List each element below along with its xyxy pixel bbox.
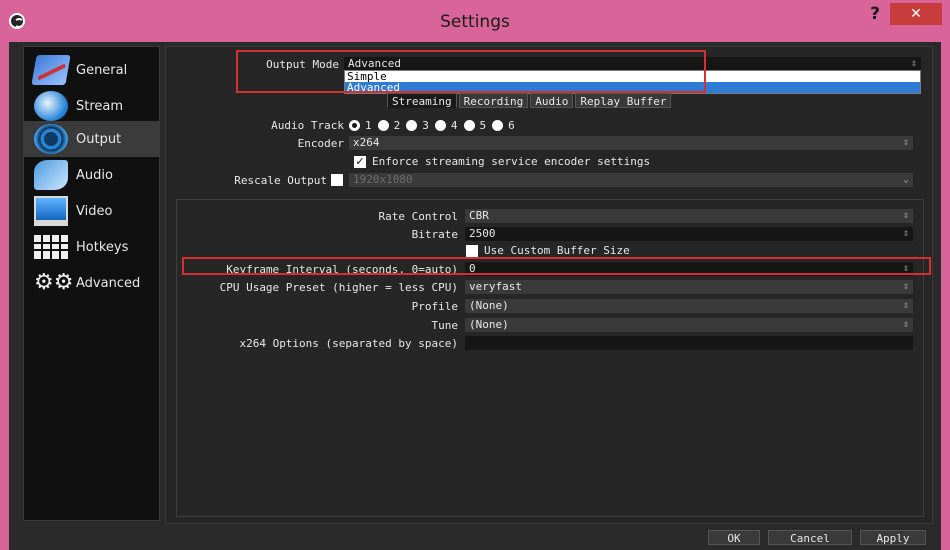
sidebar-item-output[interactable]: Output	[24, 121, 159, 157]
apply-button[interactable]: Apply	[860, 530, 926, 545]
sidebar-item-label: Video	[76, 203, 113, 219]
tune-label: Tune	[431, 319, 459, 332]
rescale-resolution-value: 1920x1080	[353, 173, 413, 186]
tab-streaming[interactable]: Streaming	[387, 93, 457, 108]
rescale-resolution-select[interactable]: 1920x1080 ⌄	[349, 173, 913, 187]
audio-track-radio-4[interactable]: 4	[434, 119, 458, 132]
sidebar-item-label: Stream	[76, 98, 124, 114]
sidebar-item-advanced[interactable]: ⚙⚙ Advanced	[24, 265, 159, 301]
output-icon	[34, 124, 68, 154]
audio-icon	[34, 160, 68, 190]
bitrate-spinbox[interactable]: 2500 ⇕	[465, 227, 913, 241]
rate-control-select[interactable]: CBR ⇕	[465, 209, 913, 223]
bitrate-label: Bitrate	[411, 228, 458, 241]
spin-arrows-icon: ⇕	[902, 228, 909, 239]
help-button[interactable]: ?	[864, 4, 886, 24]
sidebar-item-label: Audio	[76, 167, 113, 183]
encoder-label: Encoder	[297, 137, 344, 150]
ok-button[interactable]: OK	[708, 530, 760, 545]
cancel-button[interactable]: Cancel	[768, 530, 852, 545]
tab-replay-buffer[interactable]: Replay Buffer	[575, 93, 672, 108]
sidebar-item-hotkeys[interactable]: Hotkeys	[24, 229, 159, 265]
updown-arrow-icon: ⇕	[902, 319, 909, 330]
updown-arrow-icon: ⇕	[902, 300, 909, 311]
chevron-down-icon: ⌄	[902, 174, 909, 185]
cpu-preset-label: CPU Usage Preset (higher = less CPU)	[219, 281, 458, 294]
radio-icon	[406, 120, 418, 131]
rate-control-value: CBR	[469, 209, 489, 222]
enforce-settings-label: Enforce streaming service encoder settin…	[372, 155, 651, 168]
sidebar-item-general[interactable]: General	[24, 52, 159, 88]
radio-label: 4	[450, 119, 458, 132]
tab-audio[interactable]: Audio	[530, 93, 574, 108]
rate-control-label: Rate Control	[378, 210, 458, 223]
bitrate-value: 2500	[469, 227, 496, 240]
checkbox-icon	[331, 174, 343, 186]
radio-label: 2	[393, 119, 401, 132]
audio-track-radio-5[interactable]: 5	[463, 119, 487, 132]
encoder-select[interactable]: x264 ⇕	[349, 136, 913, 150]
tune-select[interactable]: (None) ⇕	[465, 318, 913, 332]
radio-icon	[492, 120, 504, 131]
custom-buffer-checkbox[interactable]: Use Custom Buffer Size	[466, 244, 630, 257]
enforce-settings-checkbox[interactable]: ✓ Enforce streaming service encoder sett…	[354, 155, 650, 168]
radio-label: 1	[365, 119, 372, 132]
profile-label: Profile	[411, 300, 458, 313]
sidebar-item-label: Advanced	[76, 275, 141, 291]
sidebar-item-stream[interactable]: Stream	[24, 88, 159, 124]
sidebar-item-label: Hotkeys	[76, 239, 129, 255]
encoder-value: x264	[353, 136, 380, 149]
audio-track-radio-3[interactable]: 3	[406, 119, 429, 132]
updown-arrow-icon: ⇕	[910, 58, 917, 69]
close-button[interactable]: ✕	[890, 3, 942, 25]
radio-icon	[463, 120, 475, 131]
audio-track-radios: 1 2 3 4 5 6	[349, 119, 521, 132]
tab-recording[interactable]: Recording	[458, 93, 529, 108]
window-title: Settings	[440, 12, 510, 32]
output-mode-highlight	[236, 50, 706, 93]
rescale-output-label: Rescale Output	[234, 174, 327, 187]
general-icon	[31, 55, 71, 85]
sidebar-item-label: General	[76, 62, 128, 78]
audio-track-label: Audio Track	[271, 119, 344, 132]
advanced-icon: ⚙⚙	[34, 270, 74, 295]
audio-track-radio-6[interactable]: 6	[492, 119, 515, 132]
rescale-output-checkbox[interactable]	[331, 174, 349, 186]
checkbox-icon	[466, 244, 478, 257]
title-bar: Settings ? ✕	[0, 0, 950, 46]
hotkeys-icon	[34, 235, 68, 259]
sidebar-item-video[interactable]: Video	[24, 193, 159, 229]
checkmark-icon: ✓	[354, 154, 366, 168]
x264-options-label: x264 Options (separated by space)	[239, 337, 458, 350]
settings-sidebar: General Stream Output Audio Video Hotkey…	[23, 46, 160, 521]
radio-label: 6	[508, 119, 515, 132]
cpu-preset-select[interactable]: veryfast ⇕	[465, 280, 913, 294]
sidebar-item-label: Output	[76, 131, 122, 147]
audio-track-radio-1[interactable]: 1	[349, 119, 372, 132]
stream-icon	[34, 91, 68, 121]
tune-value: (None)	[469, 318, 509, 331]
radio-checked-icon	[349, 120, 360, 131]
x264-options-input[interactable]	[465, 336, 913, 350]
custom-buffer-label: Use Custom Buffer Size	[484, 244, 630, 257]
radio-icon	[377, 120, 389, 131]
radio-label: 5	[479, 119, 487, 132]
profile-select[interactable]: (None) ⇕	[465, 299, 913, 313]
radio-icon	[434, 120, 446, 131]
profile-value: (None)	[469, 299, 509, 312]
video-icon	[34, 196, 68, 226]
updown-arrow-icon: ⇕	[902, 137, 909, 148]
cpu-preset-value: veryfast	[469, 280, 522, 293]
keyframe-interval-highlight	[182, 257, 931, 275]
output-tabs: Streaming Recording Audio Replay Buffer	[387, 93, 673, 108]
updown-arrow-icon: ⇕	[902, 281, 909, 292]
radio-label: 3	[422, 119, 429, 132]
updown-arrow-icon: ⇕	[902, 210, 909, 221]
sidebar-item-audio[interactable]: Audio	[24, 157, 159, 193]
audio-track-radio-2[interactable]: 2	[377, 119, 401, 132]
